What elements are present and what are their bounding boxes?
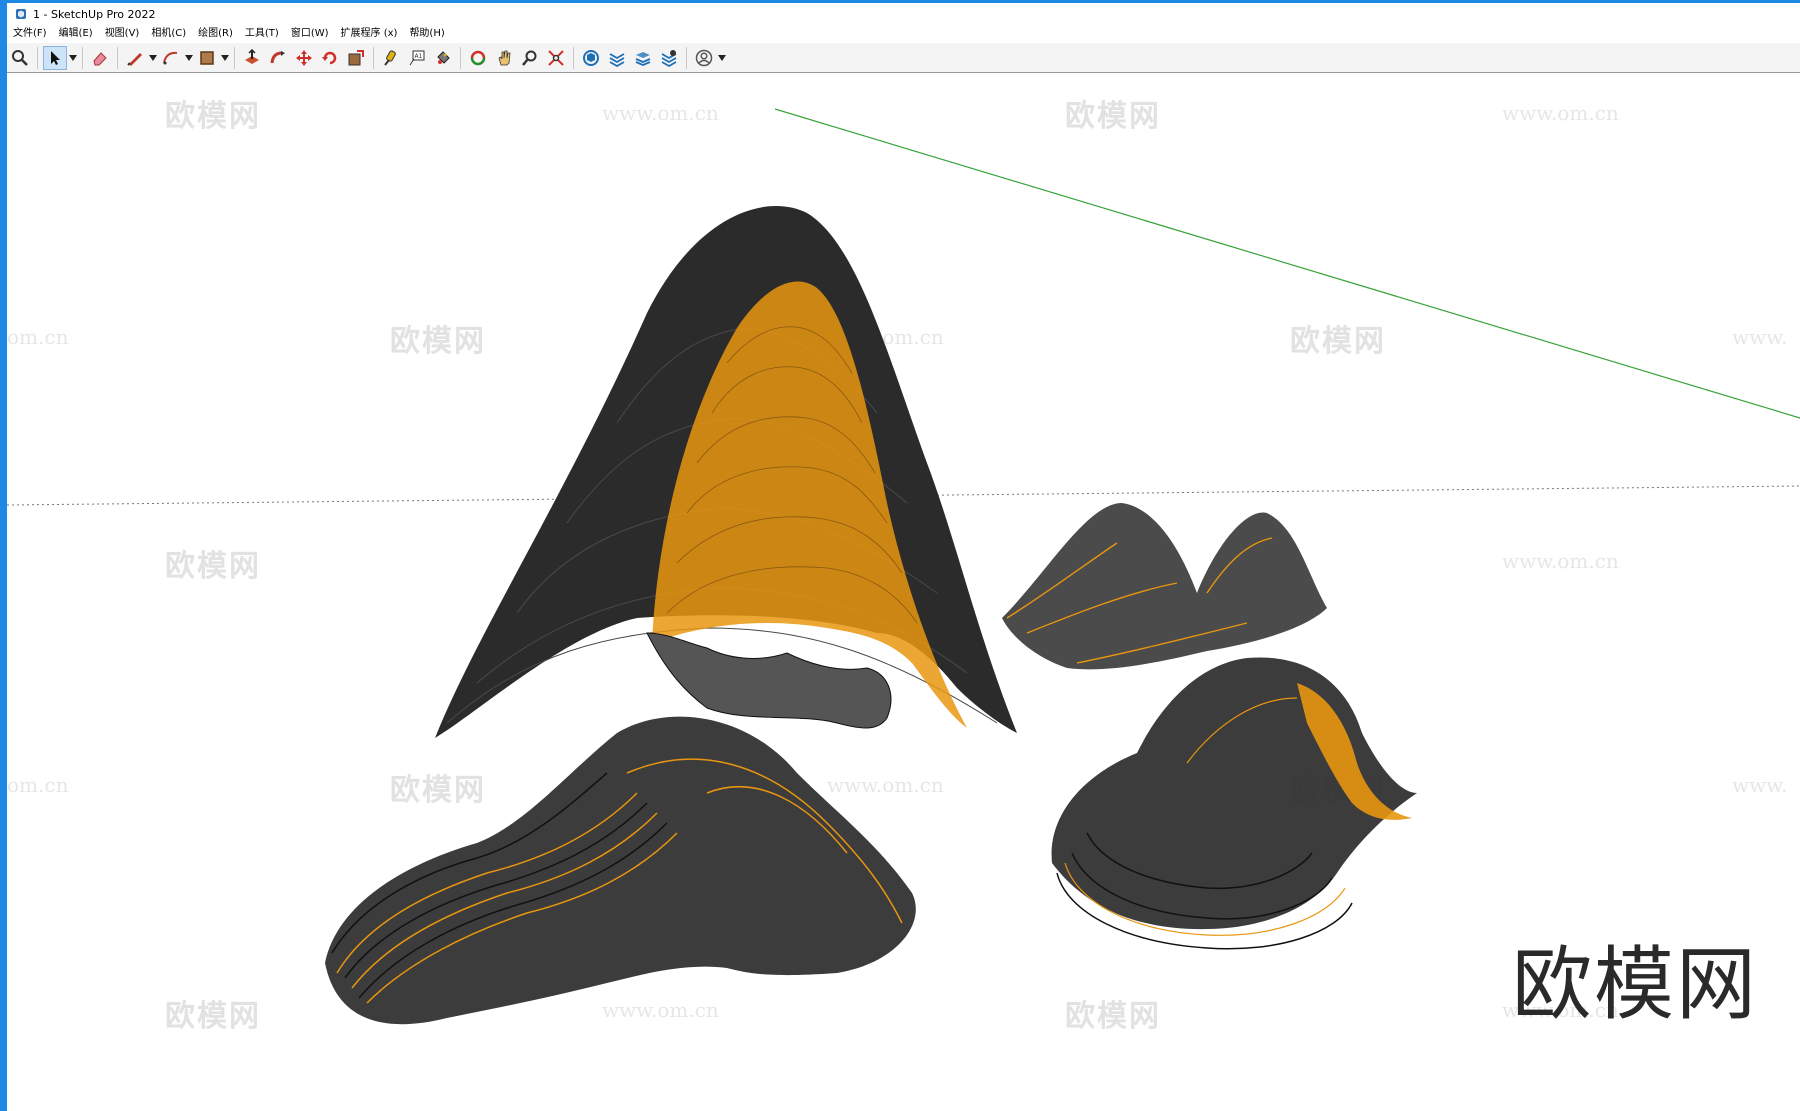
follow-me-icon (270, 50, 285, 63)
select-arrow-icon (51, 50, 60, 65)
zoom-tool-button[interactable] (8, 46, 32, 70)
toolbar-separator (234, 46, 235, 69)
3d-warehouse-icon (583, 49, 599, 66)
toolbar-separator (82, 46, 83, 69)
extension-manager-icon (661, 49, 677, 67)
eraser-tool-button[interactable] (88, 46, 112, 70)
toolbar-separator (573, 46, 574, 69)
account-button[interactable] (692, 46, 716, 70)
rectangle-tool-button[interactable] (195, 46, 219, 70)
eraser-icon (93, 51, 107, 65)
window-left-border (0, 0, 7, 1111)
scale-icon (348, 49, 364, 65)
svg-text:A1: A1 (415, 53, 423, 60)
orbit-tool-button[interactable] (466, 46, 490, 70)
right-front-mountain-model[interactable] (1051, 657, 1417, 950)
arc-dropdown-button[interactable] (184, 46, 194, 70)
chevron-down-icon (69, 54, 77, 61)
chevron-down-icon (718, 54, 726, 61)
pan-tool-button[interactable] (492, 46, 516, 70)
green-axis-line (774, 108, 1800, 419)
select-tool-button[interactable] (43, 45, 67, 70)
paint-bucket-icon (437, 50, 450, 64)
menu-file[interactable]: 文件(F) (7, 25, 53, 43)
text-tool-button[interactable]: A1 (405, 46, 429, 70)
extension-warehouse-button[interactable] (605, 46, 629, 70)
menu-bar: 文件(F) 编辑(E) 视图(V) 相机(C) 绘图(R) 工具(T) 窗口(W… (7, 25, 1800, 43)
toolbar-separator (686, 46, 687, 69)
move-tool-button[interactable] (292, 46, 316, 70)
pan-icon (498, 50, 511, 65)
menu-extensions[interactable]: 扩展程序 (x) (335, 25, 404, 43)
menu-camera[interactable]: 相机(C) (145, 25, 192, 43)
scale-tool-button[interactable] (344, 46, 368, 70)
brand-watermark-logo: 欧模网 (1512, 938, 1758, 1031)
main-toolbar: A1 (7, 43, 1800, 73)
menu-tools[interactable]: 工具(T) (239, 25, 285, 43)
account-icon (695, 49, 713, 66)
toolbar-separator (117, 46, 118, 69)
arc-tool-button[interactable] (159, 46, 183, 70)
tape-measure-icon (384, 49, 396, 66)
toolbar-separator (460, 46, 461, 69)
toolbar-separator (37, 46, 38, 69)
tape-measure-tool-button[interactable] (379, 46, 403, 70)
zoom-extents-icon (548, 49, 564, 66)
3d-warehouse-button[interactable] (579, 46, 603, 70)
extension-manager-button[interactable] (657, 46, 681, 70)
main-mountain-model[interactable] (435, 206, 1017, 738)
text-icon: A1 (409, 50, 425, 65)
chevron-down-icon (185, 54, 193, 61)
orbit-icon (470, 50, 486, 65)
move-icon (296, 49, 312, 66)
toolbar-separator (373, 46, 374, 69)
rectangle-dropdown-button[interactable] (220, 46, 230, 70)
rotate-tool-button[interactable] (318, 46, 342, 70)
window-title: 1 - SketchUp Pro 2022 (33, 7, 156, 21)
menu-edit[interactable]: 编辑(E) (53, 25, 99, 43)
lower-left-mountain-model[interactable] (325, 716, 916, 1025)
line-tool-button[interactable] (123, 46, 147, 70)
extension-warehouse-icon (609, 52, 625, 67)
layout-icon (635, 51, 651, 66)
rotate-icon (322, 51, 337, 64)
push-pull-icon (245, 48, 259, 64)
arc-icon (163, 51, 178, 64)
chevron-down-icon (149, 54, 157, 61)
pencil-line-icon (127, 52, 142, 66)
push-pull-tool-button[interactable] (240, 46, 264, 70)
zoom-icon (12, 49, 28, 66)
sketchup-app-icon (16, 9, 26, 19)
zoom-extents-tool-button[interactable] (544, 46, 568, 70)
paint-bucket-tool-button[interactable] (431, 46, 455, 70)
zoom-window-icon (522, 50, 537, 66)
line-dropdown-button[interactable] (148, 46, 158, 70)
menu-draw[interactable]: 绘图(R) (192, 25, 239, 43)
zoom-window-tool-button[interactable] (518, 46, 542, 70)
follow-me-tool-button[interactable] (266, 46, 290, 70)
menu-help[interactable]: 帮助(H) (403, 25, 450, 43)
model-viewport[interactable]: 欧模网 www.om.cn 欧模网 www.om.cn om.cn 欧模网 ww… (7, 73, 1800, 1111)
select-dropdown-button[interactable] (68, 46, 78, 70)
layout-button[interactable] (631, 46, 655, 70)
right-small-mountain-model[interactable] (1002, 503, 1327, 670)
chevron-down-icon (221, 54, 229, 61)
account-dropdown-button[interactable] (717, 46, 727, 70)
menu-window[interactable]: 窗口(W) (285, 25, 335, 43)
title-bar: 1 - SketchUp Pro 2022 (7, 3, 1800, 25)
menu-view[interactable]: 视图(V) (99, 25, 146, 43)
rectangle-icon (200, 50, 214, 65)
